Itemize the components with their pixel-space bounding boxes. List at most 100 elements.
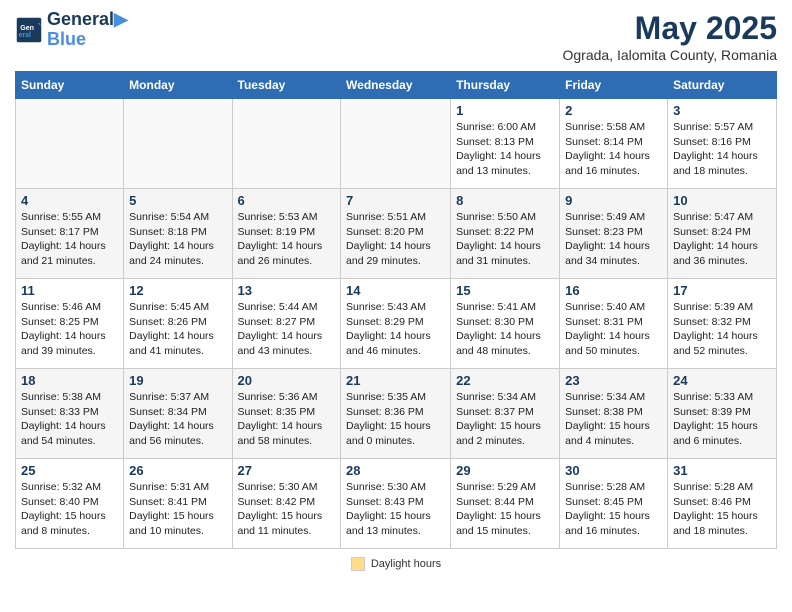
day-info: Sunrise: 5:34 AM Sunset: 8:38 PM Dayligh… [565, 390, 662, 449]
col-header-monday: Monday [124, 72, 232, 99]
day-cell: 1Sunrise: 6:00 AM Sunset: 8:13 PM Daylig… [451, 99, 560, 189]
day-info: Sunrise: 5:31 AM Sunset: 8:41 PM Dayligh… [129, 480, 226, 539]
day-info: Sunrise: 5:28 AM Sunset: 8:46 PM Dayligh… [673, 480, 771, 539]
day-cell: 3 Sunrise: 5:57 AM Sunset: 8:16 PM Daylig… [668, 99, 777, 189]
day-info: Sunrise: 5:45 AM Sunset: 8:26 PM Dayligh… [129, 300, 226, 359]
day-cell: 16Sunrise: 5:40 AM Sunset: 8:31 PM Dayli… [560, 279, 668, 369]
day-number: 9 [565, 193, 662, 208]
logo-text-block: General▶ Blue [47, 10, 128, 50]
day-number: 2 [565, 103, 662, 118]
day-cell: 27 Sunrise: 5:30 AM Sunset: 8:42 PM Dayli… [232, 459, 341, 549]
day-info: Sunrise: 5:36 AM Sunset: 8:35 PM Dayligh… [238, 390, 336, 449]
day-number: 17 [673, 283, 771, 298]
day-cell [232, 99, 341, 189]
day-cell: 8Sunrise: 5:50 AM Sunset: 8:22 PM Daylig… [451, 189, 560, 279]
day-number: 19 [129, 373, 226, 388]
main-title: May 2025 [562, 10, 777, 47]
svg-text:Gen: Gen [20, 25, 34, 32]
day-cell: 11Sunrise: 5:46 AM Sunset: 8:25 PM Dayli… [16, 279, 124, 369]
day-info: Sunrise: 5:55 AM Sunset: 8:17 PM Dayligh… [21, 210, 118, 269]
day-info: Sunrise: 5:35 AM Sunset: 8:36 PM Dayligh… [346, 390, 445, 449]
col-header-saturday: Saturday [668, 72, 777, 99]
day-info: Sunrise: 5:38 AM Sunset: 8:33 PM Dayligh… [21, 390, 118, 449]
week-row-1: 1Sunrise: 6:00 AM Sunset: 8:13 PM Daylig… [16, 99, 777, 189]
day-info: Sunrise: 5:30 AM Sunset: 8:42 PM Dayligh… [238, 480, 336, 539]
day-cell [124, 99, 232, 189]
day-cell: 9Sunrise: 5:49 AM Sunset: 8:23 PM Daylig… [560, 189, 668, 279]
day-number: 22 [456, 373, 554, 388]
title-block: May 2025 Ograda, Ialomita County, Romani… [562, 10, 777, 63]
logo: Gen eral General▶ Blue [15, 10, 128, 50]
day-cell: 21 Sunrise: 5:35 AM Sunset: 8:36 PM Dayli… [341, 369, 451, 459]
day-info: Sunrise: 5:51 AM Sunset: 8:20 PM Dayligh… [346, 210, 445, 269]
day-number: 18 [21, 373, 118, 388]
day-cell: 13 Sunrise: 5:44 AM Sunset: 8:27 PM Dayli… [232, 279, 341, 369]
svg-text:eral: eral [19, 32, 32, 39]
daylight-legend-box [351, 557, 365, 571]
day-cell: 19 Sunrise: 5:37 AM Sunset: 8:34 PM Dayli… [124, 369, 232, 459]
day-cell: 17 Sunrise: 5:39 AM Sunset: 8:32 PM Dayli… [668, 279, 777, 369]
day-number: 4 [21, 193, 118, 208]
day-info: Sunrise: 5:33 AM Sunset: 8:39 PM Dayligh… [673, 390, 771, 449]
day-cell: 4 Sunrise: 5:55 AM Sunset: 8:17 PM Daylig… [16, 189, 124, 279]
day-cell: 24 Sunrise: 5:33 AM Sunset: 8:39 PM Dayli… [668, 369, 777, 459]
day-info: Sunrise: 5:30 AM Sunset: 8:43 PM Dayligh… [346, 480, 445, 539]
day-info: Sunrise: 5:39 AM Sunset: 8:32 PM Dayligh… [673, 300, 771, 359]
day-number: 14 [346, 283, 445, 298]
col-header-tuesday: Tuesday [232, 72, 341, 99]
day-info: Sunrise: 5:57 AM Sunset: 8:16 PM Dayligh… [673, 120, 771, 179]
day-number: 12 [129, 283, 226, 298]
day-cell: 6 Sunrise: 5:53 AM Sunset: 8:19 PM Daylig… [232, 189, 341, 279]
day-info: Sunrise: 5:44 AM Sunset: 8:27 PM Dayligh… [238, 300, 336, 359]
day-number: 3 [673, 103, 771, 118]
day-number: 10 [673, 193, 771, 208]
day-number: 27 [238, 463, 336, 478]
day-info: Sunrise: 5:40 AM Sunset: 8:31 PM Dayligh… [565, 300, 662, 359]
day-cell: 10 Sunrise: 5:47 AM Sunset: 8:24 PM Dayli… [668, 189, 777, 279]
day-cell: 7Sunrise: 5:51 AM Sunset: 8:20 PM Daylig… [341, 189, 451, 279]
day-cell: 28 Sunrise: 5:30 AM Sunset: 8:43 PM Dayli… [341, 459, 451, 549]
day-number: 23 [565, 373, 662, 388]
day-info: Sunrise: 5:58 AM Sunset: 8:14 PM Dayligh… [565, 120, 662, 179]
day-number: 28 [346, 463, 445, 478]
day-number: 11 [21, 283, 118, 298]
logo-line1: General▶ [47, 10, 128, 30]
day-cell [16, 99, 124, 189]
day-number: 24 [673, 373, 771, 388]
day-cell: 22 Sunrise: 5:34 AM Sunset: 8:37 PM Dayli… [451, 369, 560, 459]
day-number: 21 [346, 373, 445, 388]
col-header-friday: Friday [560, 72, 668, 99]
day-cell: 2 Sunrise: 5:58 AM Sunset: 8:14 PM Daylig… [560, 99, 668, 189]
day-info: Sunrise: 5:53 AM Sunset: 8:19 PM Dayligh… [238, 210, 336, 269]
col-header-sunday: Sunday [16, 72, 124, 99]
day-number: 15 [456, 283, 554, 298]
header-row: SundayMondayTuesdayWednesdayThursdayFrid… [16, 72, 777, 99]
day-number: 13 [238, 283, 336, 298]
day-cell: 25 Sunrise: 5:32 AM Sunset: 8:40 PM Dayli… [16, 459, 124, 549]
day-info: Sunrise: 5:47 AM Sunset: 8:24 PM Dayligh… [673, 210, 771, 269]
day-cell: 29Sunrise: 5:29 AM Sunset: 8:44 PM Dayli… [451, 459, 560, 549]
day-number: 5 [129, 193, 226, 208]
day-number: 26 [129, 463, 226, 478]
day-cell: 30Sunrise: 5:28 AM Sunset: 8:45 PM Dayli… [560, 459, 668, 549]
week-row-5: 25 Sunrise: 5:32 AM Sunset: 8:40 PM Dayli… [16, 459, 777, 549]
day-number: 29 [456, 463, 554, 478]
week-row-4: 18 Sunrise: 5:38 AM Sunset: 8:33 PM Dayli… [16, 369, 777, 459]
calendar-table: SundayMondayTuesdayWednesdayThursdayFrid… [15, 71, 777, 549]
day-info: Sunrise: 5:50 AM Sunset: 8:22 PM Dayligh… [456, 210, 554, 269]
day-info: Sunrise: 5:41 AM Sunset: 8:30 PM Dayligh… [456, 300, 554, 359]
day-number: 6 [238, 193, 336, 208]
page-container: Gen eral General▶ Blue May 2025 Ograda, … [0, 0, 792, 586]
day-number: 25 [21, 463, 118, 478]
day-cell: 18 Sunrise: 5:38 AM Sunset: 8:33 PM Dayli… [16, 369, 124, 459]
day-info: Sunrise: 5:34 AM Sunset: 8:37 PM Dayligh… [456, 390, 554, 449]
col-header-wednesday: Wednesday [341, 72, 451, 99]
subtitle: Ograda, Ialomita County, Romania [562, 47, 777, 63]
day-cell: 31Sunrise: 5:28 AM Sunset: 8:46 PM Dayli… [668, 459, 777, 549]
day-cell: 20Sunrise: 5:36 AM Sunset: 8:35 PM Dayli… [232, 369, 341, 459]
day-info: Sunrise: 5:37 AM Sunset: 8:34 PM Dayligh… [129, 390, 226, 449]
day-cell: 15 Sunrise: 5:41 AM Sunset: 8:30 PM Dayli… [451, 279, 560, 369]
week-row-3: 11Sunrise: 5:46 AM Sunset: 8:25 PM Dayli… [16, 279, 777, 369]
week-row-2: 4 Sunrise: 5:55 AM Sunset: 8:17 PM Daylig… [16, 189, 777, 279]
day-info: Sunrise: 5:32 AM Sunset: 8:40 PM Dayligh… [21, 480, 118, 539]
